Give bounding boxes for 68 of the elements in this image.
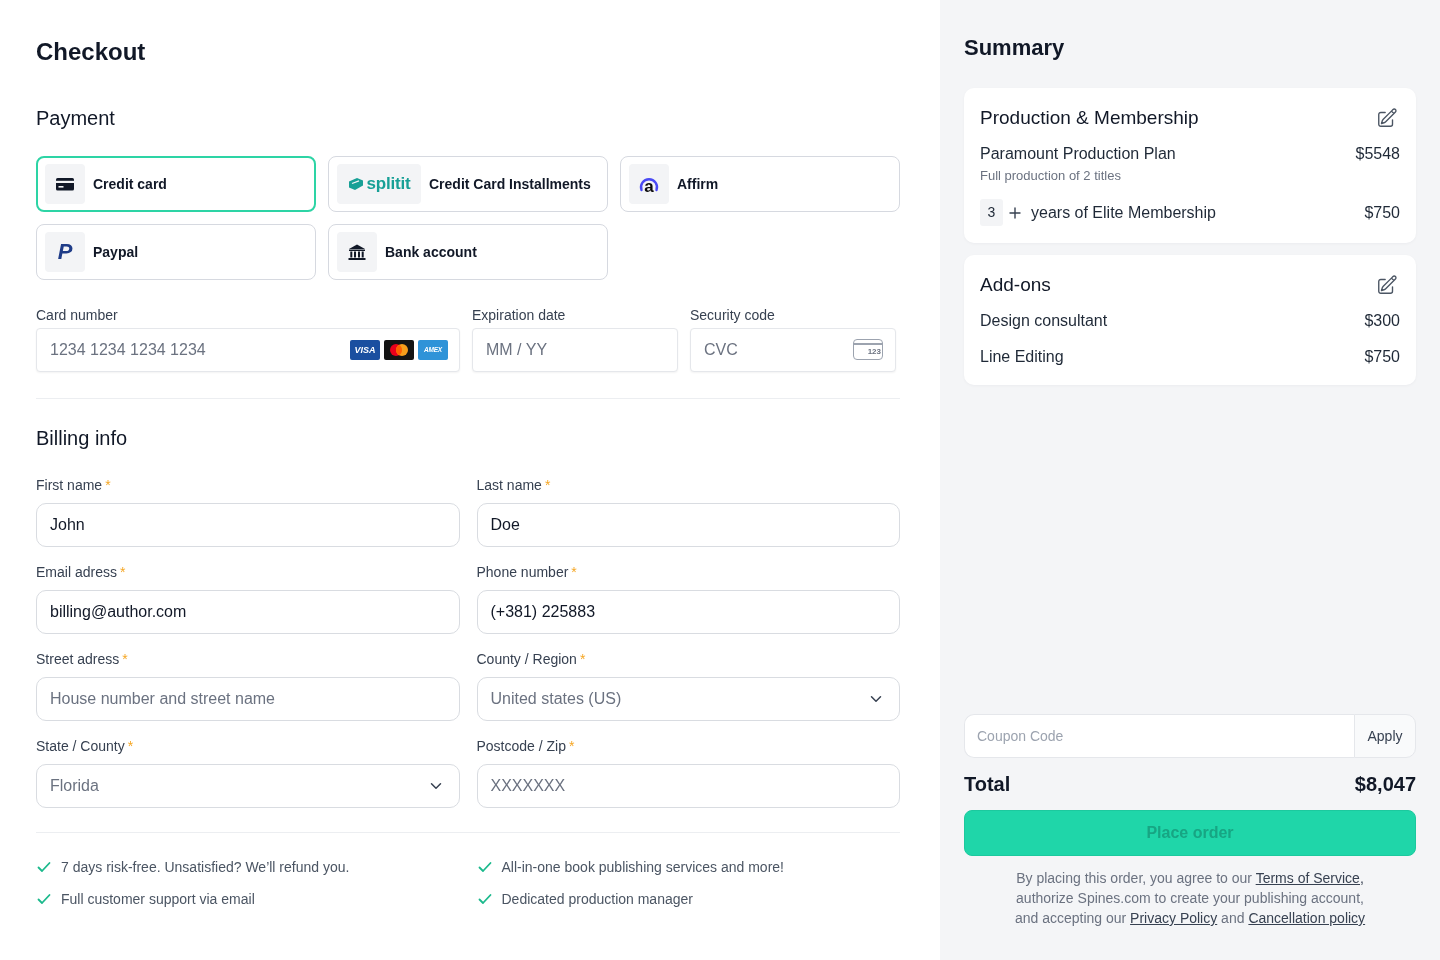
feature-text: Full customer support via email xyxy=(61,890,255,909)
text-link[interactable]: Privacy Policy xyxy=(1130,910,1218,926)
input-field[interactable]: XXXXXXX xyxy=(476,764,900,808)
field-label: Expiration date xyxy=(472,306,566,325)
section-heading: Billing info xyxy=(36,426,129,451)
page-title: Checkout xyxy=(36,37,147,67)
input-field[interactable]: billing@author.com xyxy=(36,590,460,634)
feature-text: All-in-one book publishing services and more! xyxy=(501,858,784,877)
card-title: Add-ons xyxy=(980,273,1051,297)
apply-button[interactable]: Apply xyxy=(1354,714,1416,758)
item-name: years of Elite Membership xyxy=(1031,202,1216,223)
item-note: Full production of 2 titles xyxy=(980,167,1121,185)
payment-option[interactable]: splitit Credit Card Installments xyxy=(328,156,608,212)
payment-option[interactable]: P Paypal xyxy=(36,224,316,280)
brand-logo: P xyxy=(45,232,85,272)
field-label: Card number xyxy=(36,306,118,325)
field-label: Security code xyxy=(690,306,775,325)
plus-icon[interactable] xyxy=(1009,206,1021,219)
total-label: Total xyxy=(964,772,1011,797)
check-icon xyxy=(37,860,51,874)
field-label: State / County * xyxy=(36,737,134,756)
payment-option[interactable]: Bank account xyxy=(328,224,608,280)
item-name: Design consultant xyxy=(980,311,1108,331)
payment-option[interactable]: Credit card xyxy=(36,156,316,212)
brand-logo: a xyxy=(629,164,669,204)
dropdown-field[interactable]: United states (US) xyxy=(476,677,900,721)
credit-card-icon xyxy=(45,164,85,204)
input-field[interactable]: John xyxy=(36,503,460,547)
bank-icon xyxy=(337,232,377,272)
expiry-date-field[interactable]: MM / YY xyxy=(472,328,678,372)
input-field[interactable]: Doe xyxy=(476,503,900,547)
field-label: Phone number * xyxy=(476,563,577,582)
field-label: First name * xyxy=(36,476,111,495)
coupon-field[interactable]: Coupon Code xyxy=(964,714,1354,758)
section-heading: Payment xyxy=(36,106,116,131)
brand-logo: splitit xyxy=(337,164,421,204)
check-icon xyxy=(477,892,492,906)
legal-text: By placing this order, you agree to our Terms of Service, authorize Spines.com to create your publishing account, and accepting our Privacy Policy and Cancellation policy xyxy=(1013,869,1367,928)
edit-icon[interactable] xyxy=(1376,274,1398,296)
input-field[interactable]: House number and street name xyxy=(36,677,460,721)
item-name: Line Editing xyxy=(980,347,1064,367)
payment-option[interactable]: a Affirm xyxy=(620,156,900,212)
summary-title: Summary xyxy=(964,34,1066,62)
feature-text: 7 days risk-free. Unsatisfied? We’ll refund you. xyxy=(61,858,350,877)
item-name: Paramount Production Plan xyxy=(980,144,1176,164)
item-price: $750 xyxy=(1364,202,1400,223)
card-title: Production & Membership xyxy=(980,106,1199,130)
input-field[interactable]: (+381) 225883 xyxy=(476,590,900,634)
check-icon xyxy=(37,892,51,906)
text-link[interactable]: Cancellation policy xyxy=(1248,910,1366,926)
card-brand-icon xyxy=(384,340,414,360)
dropdown-field[interactable]: Florida xyxy=(36,764,460,808)
edit-icon[interactable] xyxy=(1376,107,1398,129)
check-icon xyxy=(477,860,492,874)
item-price: $750 xyxy=(1364,347,1400,367)
field-label: County / Region * xyxy=(476,650,586,669)
field-label: Email adress * xyxy=(36,563,126,582)
field-label: Postcode / Zip * xyxy=(476,737,575,756)
feature-text: Dedicated production manager xyxy=(501,890,693,909)
item-price: $300 xyxy=(1364,311,1400,331)
text-link[interactable]: Terms of Service, xyxy=(1255,870,1364,886)
card-brand-logo: VISA xyxy=(350,340,380,360)
total-amount: $8,047 xyxy=(1354,772,1416,797)
field-label: Last name * xyxy=(476,476,551,495)
cvc-card-graphic: 123 xyxy=(853,339,883,360)
item-price: $5548 xyxy=(1355,144,1400,164)
field-label: Street adress * xyxy=(36,650,128,669)
quantity-field[interactable]: 3 xyxy=(980,199,1003,226)
